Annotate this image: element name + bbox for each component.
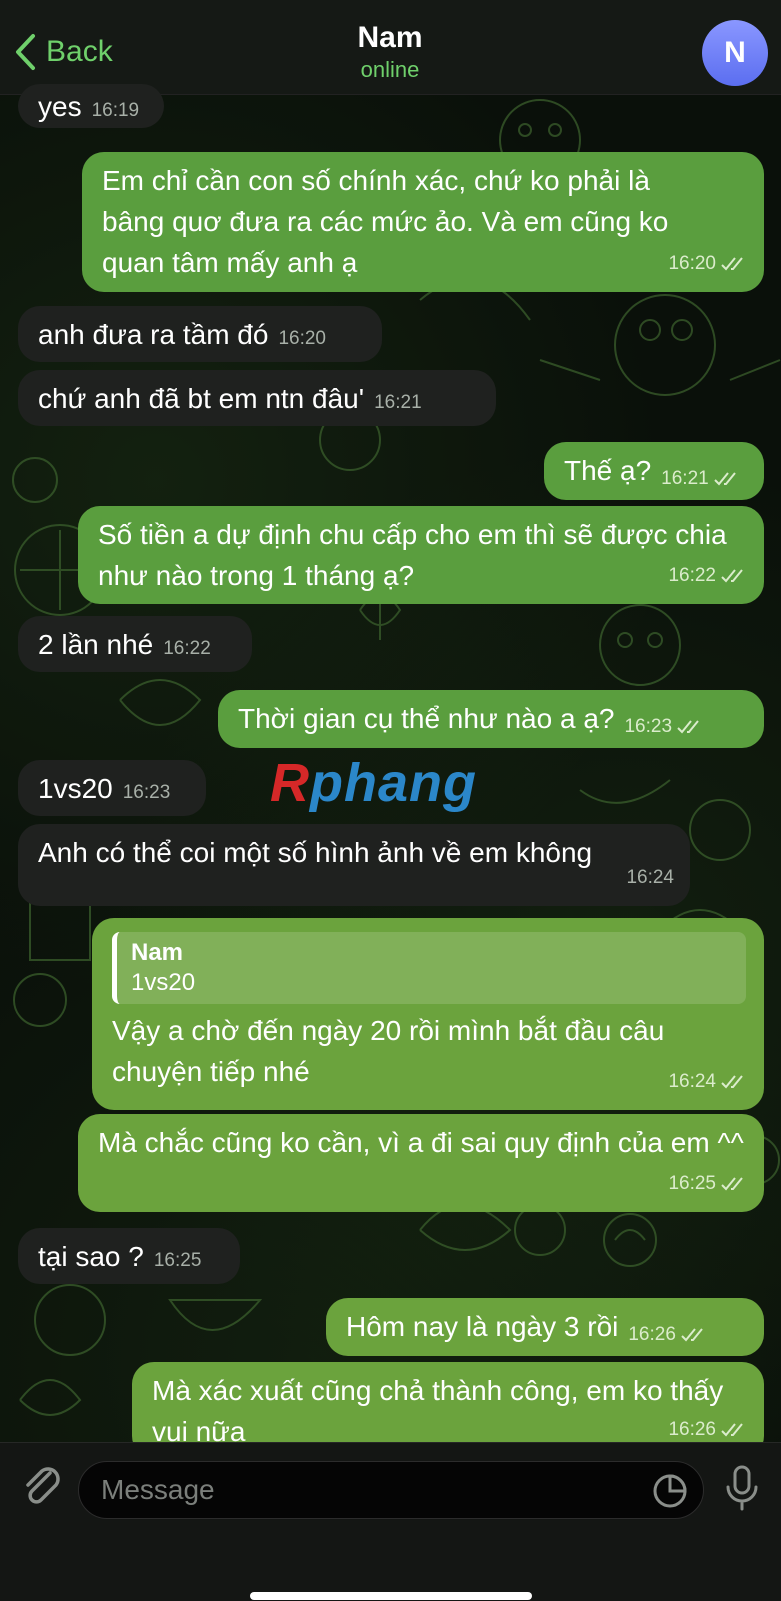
message-bubble-incoming[interactable]: chứ anh đã bt em ntn đâu' 16:21 bbox=[18, 370, 496, 426]
message-meta: 16:24 bbox=[626, 857, 674, 898]
message-bubble-outgoing[interactable]: Hôm nay là ngày 3 rồi 16:26 bbox=[326, 1298, 764, 1356]
message-time: 16:25 bbox=[153, 1250, 202, 1271]
home-indicator[interactable] bbox=[250, 1592, 532, 1600]
mic-button[interactable] bbox=[722, 1463, 762, 1518]
sticker-icon bbox=[653, 1474, 687, 1508]
mic-icon bbox=[726, 1465, 758, 1511]
message-time: 16:24 bbox=[668, 1071, 716, 1092]
message-time: 16:23 bbox=[624, 716, 673, 737]
double-check-icon bbox=[721, 568, 743, 582]
message-bubble-incoming[interactable]: tại sao ? 16:25 bbox=[18, 1228, 240, 1284]
message-time: 16:23 bbox=[122, 782, 171, 803]
avatar[interactable]: N bbox=[702, 20, 768, 86]
message-time: 16:26 bbox=[628, 1324, 676, 1345]
message-bubble-incoming[interactable]: 2 lần nhé 16:22 bbox=[18, 616, 252, 672]
double-check-icon bbox=[681, 1327, 703, 1341]
message-bubble-outgoing[interactable]: Số tiền a dự định chu cấp cho em thì sẽ … bbox=[78, 506, 764, 604]
back-button[interactable]: Back bbox=[14, 30, 113, 74]
attach-button[interactable] bbox=[20, 1463, 64, 1516]
double-check-icon bbox=[677, 719, 699, 733]
chat-header: Back Nam online N bbox=[0, 0, 781, 95]
message-text: anh đưa ra tầm đó bbox=[38, 319, 269, 350]
message-time: 16:20 bbox=[668, 253, 716, 274]
message-meta: 16:24 bbox=[668, 1061, 748, 1102]
message-meta: 16:26 bbox=[628, 1314, 708, 1355]
message-text: 1vs20 bbox=[38, 773, 113, 804]
message-bubble-outgoing[interactable]: Mà chắc cũng ko cần, vì a đi sai quy địn… bbox=[78, 1114, 764, 1212]
message-text: Anh có thể coi một số hình ảnh về em khô… bbox=[38, 837, 593, 868]
double-check-icon bbox=[721, 1422, 743, 1436]
message-bubble-outgoing-reply[interactable]: Nam 1vs20 Vậy a chờ đến ngày 20 rồi mình… bbox=[92, 918, 764, 1110]
message-bubble-outgoing[interactable]: Em chỉ cần con số chính xác, chứ ko phải… bbox=[82, 152, 764, 292]
message-meta: 16:22 bbox=[668, 555, 748, 596]
message-time: 16:25 bbox=[668, 1173, 716, 1194]
message-time: 16:19 bbox=[91, 100, 140, 121]
message-text: Số tiền a dự định chu cấp cho em thì sẽ … bbox=[98, 519, 727, 591]
double-check-icon bbox=[721, 1074, 743, 1088]
watermark-logo: Rphang bbox=[270, 753, 477, 813]
message-input-placeholder: Message bbox=[101, 1474, 215, 1505]
chat-title: Nam bbox=[357, 21, 423, 54]
message-meta: 16:20 bbox=[668, 243, 748, 284]
message-time: 16:20 bbox=[278, 328, 326, 349]
message-text: Em chỉ cần con số chính xác, chứ ko phải… bbox=[102, 165, 669, 278]
message-text: tại sao ? bbox=[38, 1241, 144, 1272]
message-time: 16:22 bbox=[163, 638, 211, 659]
reply-author: Nam bbox=[131, 939, 184, 966]
message-text: Thời gian cụ thể như nào a ạ? bbox=[238, 703, 615, 734]
message-text: Mà xác xuất cũng chả thành công, em ko t… bbox=[152, 1375, 724, 1447]
message-text: chứ anh đã bt em ntn đâu' bbox=[38, 383, 365, 414]
message-text: Hôm nay là ngày 3 rồi bbox=[346, 1311, 619, 1342]
chat-title-block[interactable]: Nam online bbox=[290, 20, 490, 84]
message-text: Thế ạ? bbox=[564, 455, 652, 486]
chat-status: online bbox=[360, 57, 420, 82]
message-bubble-incoming[interactable]: Anh có thể coi một số hình ảnh về em khô… bbox=[18, 824, 690, 906]
back-chevron-icon bbox=[16, 34, 35, 70]
message-time: 16:24 bbox=[626, 867, 674, 888]
back-label: Back bbox=[46, 35, 113, 68]
reply-text: 1vs20 bbox=[131, 969, 196, 996]
avatar-letter: N bbox=[724, 36, 746, 69]
message-bubble-incoming[interactable]: anh đưa ra tầm đó 16:20 bbox=[18, 306, 382, 362]
double-check-icon bbox=[714, 471, 736, 485]
sticker-button[interactable] bbox=[651, 1472, 689, 1515]
message-time: 16:21 bbox=[661, 468, 709, 489]
message-input[interactable]: Message bbox=[78, 1461, 704, 1519]
message-meta: 16:25 bbox=[668, 1163, 748, 1204]
double-check-icon bbox=[721, 1176, 743, 1190]
message-text: 2 lần nhé bbox=[38, 629, 154, 660]
double-check-icon bbox=[721, 256, 743, 270]
composer-bar: Message bbox=[0, 1442, 781, 1601]
message-text: Mà chắc cũng ko cần, vì a đi sai quy địn… bbox=[98, 1127, 744, 1158]
message-time: 16:22 bbox=[668, 565, 716, 586]
message-meta: 16:21 bbox=[661, 458, 741, 499]
message-meta: 16:23 bbox=[624, 706, 704, 747]
attach-icon bbox=[26, 1467, 60, 1504]
message-time: 16:21 bbox=[374, 392, 422, 413]
message-bubble-outgoing[interactable]: Thế ạ? 16:21 bbox=[544, 442, 764, 500]
message-bubble-incoming[interactable]: yes 16:19 bbox=[18, 84, 164, 128]
message-text: yes bbox=[38, 91, 82, 122]
message-text: Vậy a chờ đến ngày 20 rồi mình bắt đầu c… bbox=[112, 1015, 665, 1087]
reply-quote[interactable]: Nam 1vs20 bbox=[112, 932, 746, 1004]
message-bubble-outgoing[interactable]: Thời gian cụ thể như nào a ạ? 16:23 bbox=[218, 690, 764, 748]
message-bubble-incoming[interactable]: 1vs20 16:23 bbox=[18, 760, 206, 816]
